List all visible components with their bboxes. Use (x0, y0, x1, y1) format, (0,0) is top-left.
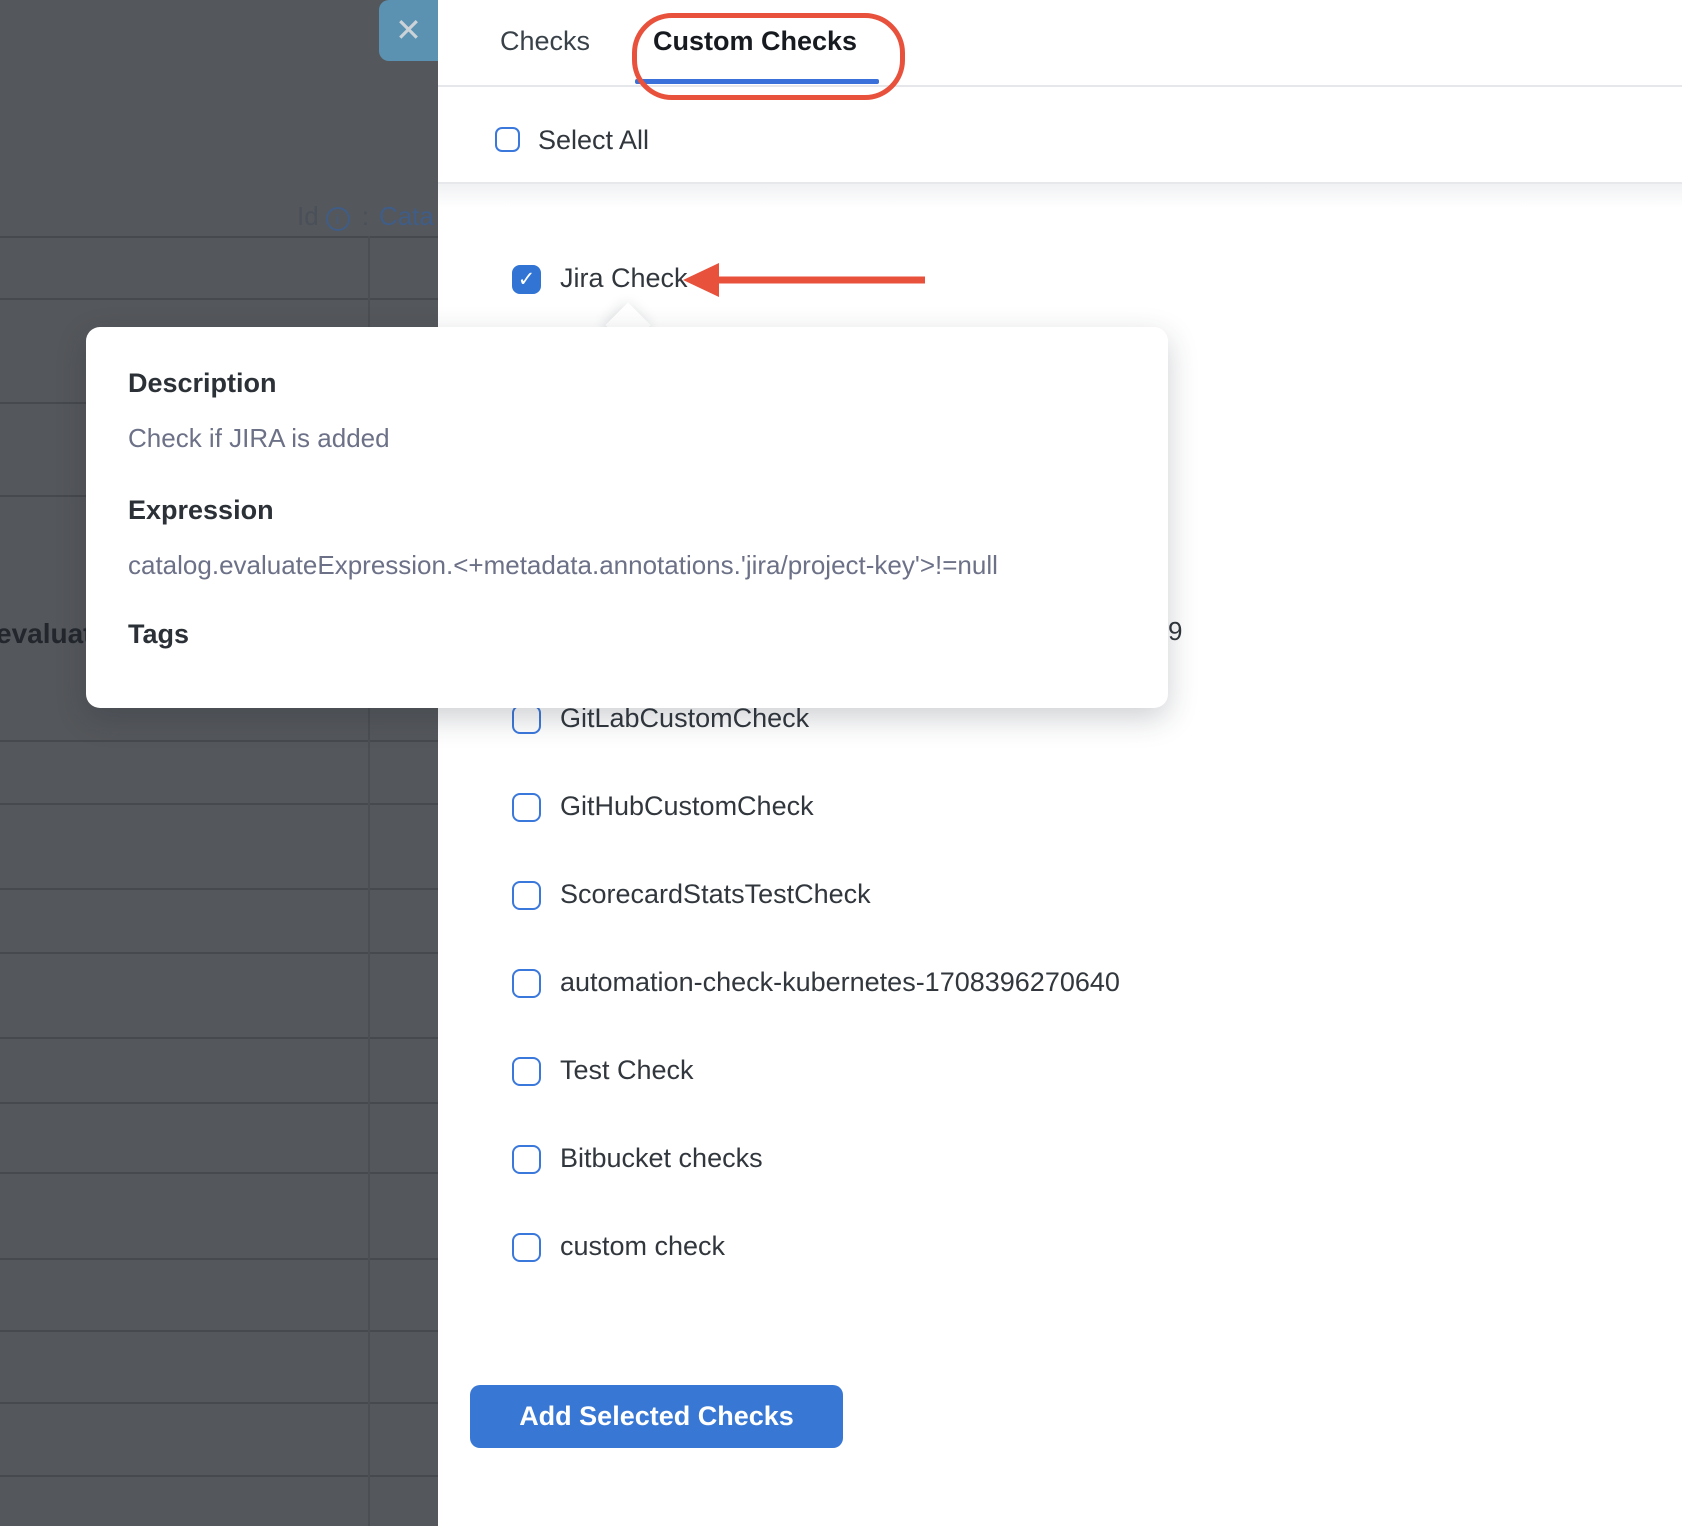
tabbar-divider (438, 85, 1682, 87)
table-row-divider (0, 298, 438, 300)
select-all-label: Select All (538, 125, 649, 156)
check-item-label[interactable]: automation-check-kubernetes-170839627064… (560, 967, 1120, 998)
table-row-divider (0, 1475, 438, 1477)
checkbox-test-check[interactable] (512, 1057, 541, 1086)
tab-checks[interactable]: Checks (500, 26, 590, 57)
table-row-divider (0, 1037, 438, 1039)
filter-value: Cata (379, 201, 434, 231)
id-column-label: Id (297, 201, 319, 231)
expression-label: Expression (128, 495, 274, 526)
check-details-tooltip: Description Check if JIRA is added Expre… (86, 327, 1168, 708)
checkbox-githubcustomcheck[interactable] (512, 793, 541, 822)
info-icon: i (326, 207, 350, 231)
checks-drawer-panel (438, 0, 1682, 1526)
checkbox-bitbucket-checks[interactable] (512, 1145, 541, 1174)
tags-label: Tags (128, 619, 189, 650)
table-row-divider (0, 740, 438, 742)
scroll-shadow (438, 184, 1682, 208)
table-row-divider (0, 1330, 438, 1332)
tab-custom-checks[interactable]: Custom Checks (653, 26, 857, 57)
description-label: Description (128, 368, 277, 399)
checkbox-custom-check[interactable] (512, 1233, 541, 1262)
check-item-label[interactable]: Jira Check (560, 263, 688, 294)
checkmark-icon: ✓ (518, 268, 536, 291)
table-row-divider (0, 236, 438, 238)
close-drawer-button[interactable]: ✕ (379, 0, 438, 61)
check-item-label[interactable]: GitHubCustomCheck (560, 791, 814, 822)
table-row-divider (0, 1402, 438, 1404)
table-row-divider (0, 952, 438, 954)
check-item-label[interactable]: Bitbucket checks (560, 1143, 763, 1174)
screen: Idi:Cata evaluat ✕ Checks Custom Checks … (0, 0, 1682, 1526)
dimmed-background: Idi: Cata evaluat (0, 0, 438, 1526)
checkbox-automation-check-kubernetes[interactable] (512, 969, 541, 998)
checkbox-jira-check[interactable]: ✓ (512, 265, 541, 294)
expression-value: catalog.evaluateExpression.<+metadata.an… (128, 550, 998, 581)
table-row-divider (0, 1102, 438, 1104)
add-selected-checks-button[interactable]: Add Selected Checks (470, 1385, 843, 1448)
table-row-divider (0, 803, 438, 805)
background-cell-text: evaluat (0, 618, 93, 650)
description-value: Check if JIRA is added (128, 423, 390, 454)
check-item-label[interactable]: Test Check (560, 1055, 694, 1086)
check-item-label[interactable]: ScorecardStatsTestCheck (560, 879, 871, 910)
select-all-checkbox[interactable] (495, 127, 520, 152)
table-row-divider (0, 1172, 438, 1174)
table-row-divider (0, 1258, 438, 1260)
table-row-divider (0, 888, 438, 890)
filter-separator: : (362, 201, 369, 231)
check-item-label[interactable]: custom check (560, 1231, 725, 1262)
close-icon: ✕ (395, 12, 422, 48)
hidden-item-fragment: 9 (1168, 616, 1182, 647)
active-tab-underline (635, 79, 879, 84)
checkbox-scorecardstatstestcheck[interactable] (512, 881, 541, 910)
checkbox-gitlabcustomcheck[interactable] (512, 705, 541, 734)
table-filter-header: Idi: Cata (297, 201, 434, 232)
